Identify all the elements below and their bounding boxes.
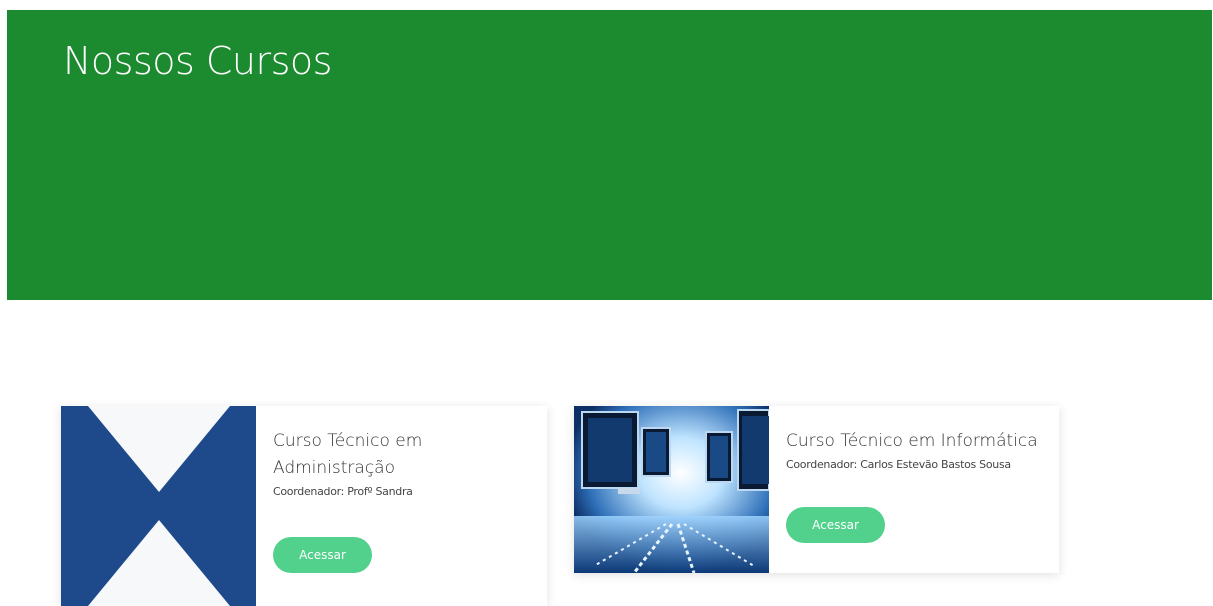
course-title: Curso Técnico em Administração (273, 431, 423, 478)
course-image-informatica (574, 406, 769, 573)
administration-logo-icon (61, 406, 256, 606)
acessar-button-administracao[interactable]: Acessar (273, 537, 372, 573)
course-coordinator: Coordenador: Carlos Estevão Bastos Sousa (786, 458, 1011, 471)
acessar-button-informatica[interactable]: Acessar (786, 507, 885, 543)
course-coordinator: Coordenador: Profº Sandra (273, 485, 413, 498)
course-title: Curso Técnico em Informática (786, 431, 1038, 451)
course-card-administracao: Curso Técnico em Administração Coordenad… (61, 406, 547, 606)
course-card-body: Curso Técnico em Administração Coordenad… (273, 428, 535, 500)
page-title: Nossos Cursos (63, 39, 332, 83)
page-header-banner: Nossos Cursos (7, 10, 1212, 300)
course-card-informatica: Curso Técnico em Informática Coordenador… (574, 406, 1059, 573)
course-card-body: Curso Técnico em Informática Coordenador… (786, 428, 1047, 473)
computer-monitors-image-icon (574, 406, 769, 573)
course-image-administracao (61, 406, 256, 606)
